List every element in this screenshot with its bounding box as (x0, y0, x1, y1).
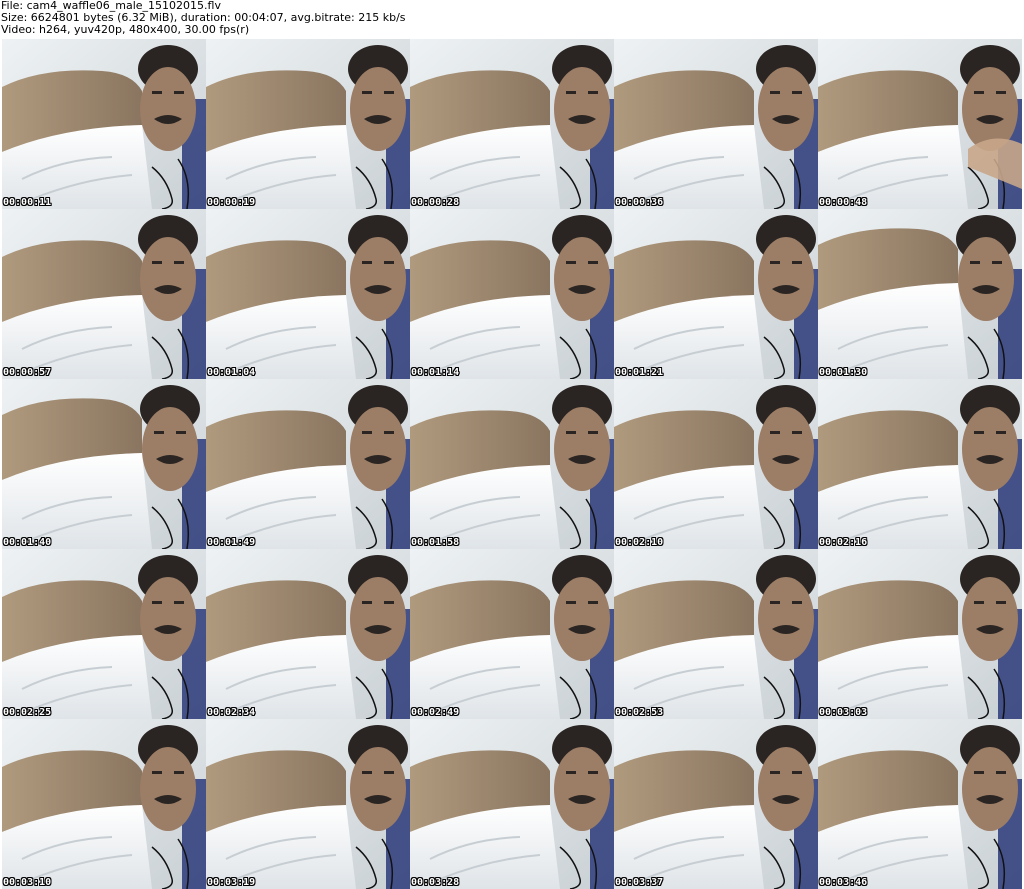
video-thumbnail: 00:01:14 (410, 209, 614, 379)
video-frame-image (206, 719, 410, 889)
thumbnail-timestamp: 00:03:37 (615, 877, 664, 888)
video-frame-image (2, 549, 206, 719)
thumbnail-timestamp: 00:00:36 (615, 197, 664, 208)
video-thumbnail: 00:00:57 (2, 209, 206, 379)
video-thumbnail: 00:01:40 (2, 379, 206, 549)
video-frame-image (614, 39, 818, 209)
video-thumbnail: 00:01:04 (206, 209, 410, 379)
video-thumbnail: 00:02:25 (2, 549, 206, 719)
thumbnail-timestamp: 00:02:16 (819, 537, 868, 548)
video-frame-image (818, 549, 1022, 719)
video-frame-image (206, 549, 410, 719)
video-thumbnail: 00:02:10 (614, 379, 818, 549)
video-frame-image (818, 719, 1022, 889)
video-frame-image (206, 379, 410, 549)
video-frame-image (614, 209, 818, 379)
file-info-header: File: cam4_waffle06_male_15102015.flv Si… (1, 0, 1021, 36)
thumbnail-timestamp: 00:03:46 (819, 877, 868, 888)
thumbnail-timestamp: 00:00:11 (3, 197, 52, 208)
thumbnail-timestamp: 00:02:53 (615, 707, 664, 718)
video-frame-image (818, 39, 1022, 209)
video-thumbnail: 00:03:03 (818, 549, 1022, 719)
video-thumbnail: 00:03:28 (410, 719, 614, 889)
thumbnail-timestamp: 00:00:28 (411, 197, 460, 208)
thumbnail-timestamp: 00:00:48 (819, 197, 868, 208)
thumbnail-timestamp: 00:00:19 (207, 197, 256, 208)
video-thumbnail: 00:01:58 (410, 379, 614, 549)
thumbnail-timestamp: 00:01:40 (3, 537, 52, 548)
thumbnail-timestamp: 00:01:04 (207, 367, 256, 378)
video-frame-image (410, 379, 614, 549)
video-frame-image (818, 209, 1022, 379)
thumbnail-timestamp: 00:03:03 (819, 707, 868, 718)
video-frame-image (206, 209, 410, 379)
video-thumbnail: 00:03:19 (206, 719, 410, 889)
video-thumbnail: 00:01:21 (614, 209, 818, 379)
video-frame-image (206, 39, 410, 209)
video-thumbnail: 00:00:28 (410, 39, 614, 209)
video-frame-image (614, 379, 818, 549)
video-thumbnail: 00:02:49 (410, 549, 614, 719)
video-frame-image (410, 719, 614, 889)
video-thumbnail: 00:00:36 (614, 39, 818, 209)
video-thumbnail: 00:03:46 (818, 719, 1022, 889)
video-frame-image (614, 719, 818, 889)
thumbnail-timestamp: 00:01:21 (615, 367, 664, 378)
video-thumbnail: 00:01:30 (818, 209, 1022, 379)
video-frame-image (410, 549, 614, 719)
video-frame-image (2, 209, 206, 379)
thumbnail-timestamp: 00:02:10 (615, 537, 664, 548)
video-thumbnail: 00:03:37 (614, 719, 818, 889)
thumbnail-timestamp: 00:03:28 (411, 877, 460, 888)
video-thumbnail: 00:01:49 (206, 379, 410, 549)
video-thumbnail: 00:02:53 (614, 549, 818, 719)
thumbnail-timestamp: 00:03:19 (207, 877, 256, 888)
thumbnail-timestamp: 00:02:34 (207, 707, 256, 718)
video-frame-image (410, 39, 614, 209)
video-thumbnail: 00:02:34 (206, 549, 410, 719)
thumbnail-timestamp: 00:01:58 (411, 537, 460, 548)
video-thumbnail: 00:00:19 (206, 39, 410, 209)
video-frame-image (2, 719, 206, 889)
video-thumbnail: 00:03:10 (2, 719, 206, 889)
thumbnail-grid: 00:00:11 00:00:19 00:00:28 00:00:36 00:00:48… (2, 39, 1022, 889)
video-info-line: Video: h264, yuv420p, 480x400, 30.00 fps… (1, 23, 250, 36)
thumbnail-timestamp: 00:00:57 (3, 367, 52, 378)
thumbnail-timestamp: 00:01:30 (819, 367, 868, 378)
video-frame-image (614, 549, 818, 719)
video-frame-image (2, 379, 206, 549)
thumbnail-timestamp: 00:01:49 (207, 537, 256, 548)
video-frame-image (818, 379, 1022, 549)
video-thumbnail: 00:02:16 (818, 379, 1022, 549)
thumbnail-timestamp: 00:02:49 (411, 707, 460, 718)
thumbnail-timestamp: 00:02:25 (3, 707, 52, 718)
video-thumbnail: 00:00:48 (818, 39, 1022, 209)
video-frame-image (2, 39, 206, 209)
video-thumbnail: 00:00:11 (2, 39, 206, 209)
thumbnail-timestamp: 00:01:14 (411, 367, 460, 378)
video-frame-image (410, 209, 614, 379)
thumbnail-timestamp: 00:03:10 (3, 877, 52, 888)
